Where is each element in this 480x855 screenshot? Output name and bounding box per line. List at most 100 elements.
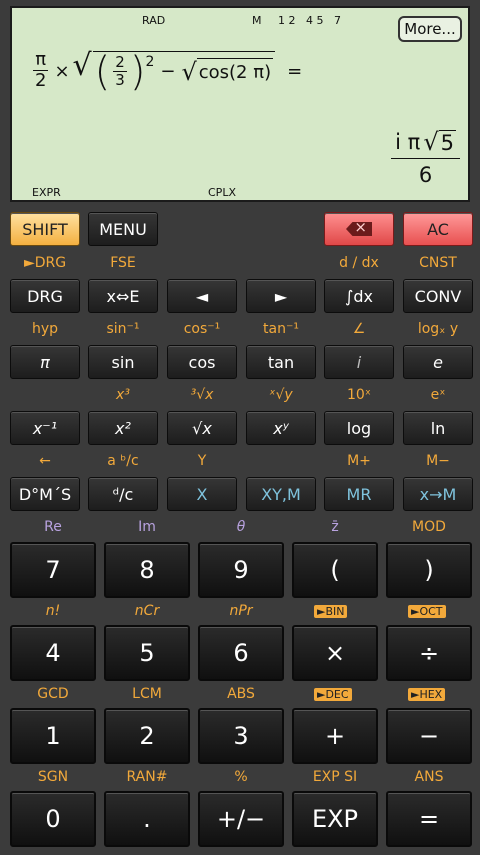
subtract-button[interactable]: − xyxy=(386,708,472,764)
store-memory-button[interactable]: x→M xyxy=(403,477,473,511)
cos-button[interactable]: cos xyxy=(167,345,237,379)
expr-indicator: EXPR xyxy=(32,186,61,199)
m-minus-shift-label: M− xyxy=(426,453,450,469)
log-button[interactable]: log xyxy=(324,411,394,445)
memory-recall-button[interactable]: MR xyxy=(324,477,394,511)
digit-1-button[interactable]: 1 xyxy=(10,708,96,764)
angle-mode-indicator: RAD xyxy=(142,14,166,27)
memory-indicator: M xyxy=(252,14,262,27)
logxy-shift-label: logₓ y xyxy=(417,321,459,337)
more-button[interactable]: More... xyxy=(398,16,462,42)
xth-root-shift-label: ˣ√y xyxy=(269,387,293,403)
cursor-right-button[interactable]: ► xyxy=(246,279,316,313)
negate-button[interactable]: +/− xyxy=(198,791,284,847)
factorial-shift-label: n! xyxy=(45,603,61,619)
ans-shift-label: ANS xyxy=(414,769,444,785)
angle-shift-label: ∠ xyxy=(352,321,366,337)
theta-shift-label: θ xyxy=(236,519,246,535)
conv-button[interactable]: CONV xyxy=(403,279,473,313)
to-bin-shift-label: ►BIN xyxy=(314,605,348,618)
digit-6-button[interactable]: 6 xyxy=(198,625,284,681)
ten-power-shift-label: 10ˣ xyxy=(346,387,372,403)
all-clear-button[interactable]: AC xyxy=(403,212,473,246)
ncr-shift-label: nCr xyxy=(134,603,160,619)
digit-2-button[interactable]: 2 xyxy=(104,708,190,764)
decimal-point-button[interactable]: . xyxy=(104,791,190,847)
digit-4-button[interactable]: 4 xyxy=(10,625,96,681)
to-hex-shift-label: ►HEX xyxy=(408,688,446,701)
acos-shift-label: cos⁻¹ xyxy=(183,321,221,337)
expression: π 2 × √ ( 2 3 ) 2 − √ cos(2 π) = xyxy=(33,47,303,95)
abs-shift-label: ABS xyxy=(227,686,255,702)
e-constant-button[interactable]: e xyxy=(403,345,473,379)
dms-button[interactable]: D°M´S xyxy=(10,477,80,511)
equals-button[interactable]: = xyxy=(386,791,472,847)
conjugate-shift-label: z̄ xyxy=(331,519,339,535)
digit-7-button[interactable]: 7 xyxy=(10,542,96,598)
re-shift-label: Re xyxy=(44,519,62,535)
digit-9-button[interactable]: 9 xyxy=(198,542,284,598)
exp-si-shift-label: EXP SI xyxy=(312,769,358,785)
im-shift-label: Im xyxy=(138,519,156,535)
reciprocal-button[interactable]: x⁻¹ xyxy=(10,411,80,445)
ln-button[interactable]: ln xyxy=(403,411,473,445)
to-oct-shift-label: ►OCT xyxy=(408,605,446,618)
cube-root-shift-label: ³√x xyxy=(190,387,214,403)
to-dec-shift-label: ►DEC xyxy=(314,688,352,701)
asin-shift-label: sin⁻¹ xyxy=(106,321,140,337)
digits-indicator: 1 2 4 5 7 xyxy=(278,14,341,27)
digit-8-button[interactable]: 8 xyxy=(104,542,190,598)
sqrt-outer: √ ( 2 3 ) 2 − √ cos(2 π) xyxy=(73,50,276,92)
atan-shift-label: tan⁻¹ xyxy=(263,321,299,337)
backspace-icon xyxy=(346,222,372,236)
cube-shift-label: x³ xyxy=(116,387,130,403)
backspace-button[interactable] xyxy=(324,212,394,246)
sgn-shift-label: SGN xyxy=(37,769,69,785)
hyp-shift-label: hyp xyxy=(31,321,59,337)
power-button[interactable]: xʸ xyxy=(246,411,316,445)
cnst-shift-label: CNST xyxy=(419,255,457,271)
sin-button[interactable]: sin xyxy=(88,345,158,379)
pi-button[interactable]: π xyxy=(10,345,80,379)
digit-5-button[interactable]: 5 xyxy=(104,625,190,681)
multiply-button[interactable]: × xyxy=(292,625,378,681)
y-shift-label: Y xyxy=(197,453,207,469)
tan-button[interactable]: tan xyxy=(246,345,316,379)
mixed-fraction-shift-label: a ᵇ/c xyxy=(107,453,139,469)
fraction-button[interactable]: ᵈ/c xyxy=(88,477,158,511)
cursor-left-button[interactable]: ◄ xyxy=(167,279,237,313)
open-paren-button[interactable]: ( xyxy=(292,542,378,598)
percent-shift-label: % xyxy=(234,769,248,785)
fse-shift-label: FSE xyxy=(110,255,136,271)
integral-button[interactable]: ∫dx xyxy=(324,279,394,313)
mod-shift-label: MOD xyxy=(412,519,446,535)
pi-over-two: π 2 xyxy=(33,49,49,92)
x-exchange-e-button[interactable]: x⇔E xyxy=(88,279,158,313)
gcd-shift-label: GCD xyxy=(37,686,69,702)
random-shift-label: RAN# xyxy=(126,769,168,785)
xy-memory-button[interactable]: XY,M xyxy=(246,477,316,511)
digit-3-button[interactable]: 3 xyxy=(198,708,284,764)
divide-button[interactable]: ÷ xyxy=(386,625,472,681)
result: i π √ 5 6 xyxy=(391,128,460,187)
menu-button[interactable]: MENU xyxy=(88,212,158,246)
back-shift-label: ← xyxy=(39,453,51,469)
x-memory-button[interactable]: X xyxy=(167,477,237,511)
calculator-display: RAD M 1 2 4 5 7 More... π 2 × √ ( 2 3 ) … xyxy=(10,6,470,202)
digit-0-button[interactable]: 0 xyxy=(10,791,96,847)
close-paren-button[interactable]: ) xyxy=(386,542,472,598)
drg-shift-label: ►DRG xyxy=(23,255,67,271)
m-plus-shift-label: M+ xyxy=(347,453,371,469)
exp-button[interactable]: EXP xyxy=(292,791,378,847)
sqrt-button[interactable]: √x xyxy=(167,411,237,445)
cplx-indicator: CPLX xyxy=(208,186,236,199)
add-button[interactable]: + xyxy=(292,708,378,764)
drg-button[interactable]: DRG xyxy=(10,279,80,313)
shift-button[interactable]: SHIFT xyxy=(10,212,80,246)
exp-power-shift-label: eˣ xyxy=(430,387,446,403)
npr-shift-label: nPr xyxy=(229,603,253,619)
ddx-shift-label: d / dx xyxy=(339,255,379,271)
square-button[interactable]: x² xyxy=(88,411,158,445)
lcm-shift-label: LCM xyxy=(132,686,162,702)
imaginary-i-button[interactable]: i xyxy=(324,345,394,379)
